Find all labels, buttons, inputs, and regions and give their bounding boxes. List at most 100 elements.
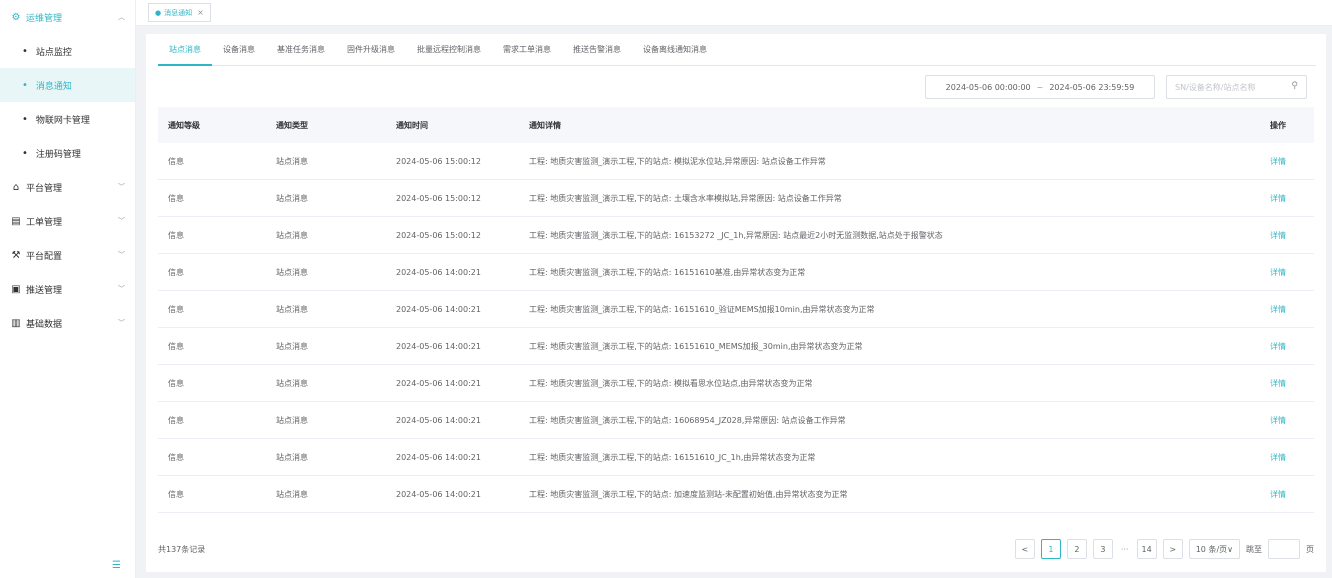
next-page-button[interactable]: > <box>1162 539 1183 559</box>
menu-group-label: 平台配置 <box>26 251 63 262</box>
sidebar-item-label: 注册码管理 <box>35 149 81 160</box>
cell-op: 详情 <box>1229 156 1314 167</box>
cell-level: 信息 <box>168 378 184 388</box>
tab-batch-remote-messages[interactable]: 批量远程控制消息 <box>406 34 492 66</box>
push-icon: ▣ <box>11 283 21 295</box>
cell-time: 2024-05-06 14:00:21 <box>396 267 481 277</box>
close-icon[interactable]: × <box>197 8 204 17</box>
detail-link[interactable]: 详情 <box>1270 231 1286 240</box>
page-size-select[interactable]: 10 条/页∨ <box>1188 539 1240 559</box>
tabs: 站点消息 设备消息 基准任务消息 固件升级消息 批量远程控制消息 需求工单消息 … <box>158 34 1316 66</box>
detail-link[interactable]: 详情 <box>1270 379 1286 388</box>
page-3-button[interactable]: 3 <box>1092 539 1113 559</box>
notification-table: 通知等级 通知类型 通知时间 通知详情 操作 信息 站点消息 2024-05-06 … <box>158 107 1314 513</box>
detail-link[interactable]: 详情 <box>1270 268 1286 277</box>
tab-firmware-messages[interactable]: 固件升级消息 <box>336 34 406 66</box>
tag-notifications[interactable]: ● 消息通知 × <box>148 3 211 22</box>
cell-type: 站点消息 <box>276 267 308 277</box>
main-panel: 站点消息 设备消息 基准任务消息 固件升级消息 批量远程控制消息 需求工单消息 … <box>146 34 1326 572</box>
platform-icon: ⌂ <box>12 181 20 193</box>
sidebar-item-reg-code[interactable]: • 注册码管理 <box>0 136 135 170</box>
detail-link[interactable]: 详情 <box>1270 305 1286 314</box>
prev-page-button[interactable]: < <box>1014 539 1035 559</box>
table-row: 信息 站点消息 2024-05-06 14:00:21 工程: 地质灾害监测_演示工程… <box>158 254 1314 291</box>
page-1-button[interactable]: 1 <box>1040 539 1061 559</box>
cell-level: 信息 <box>168 452 184 462</box>
cell-time: 2024-05-06 15:00:12 <box>396 230 481 240</box>
cell-time: 2024-05-06 14:00:21 <box>396 489 481 499</box>
tab-demand-workorder-messages[interactable]: 需求工单消息 <box>492 34 562 66</box>
tab-device-messages[interactable]: 设备消息 <box>212 34 266 66</box>
page-2-button[interactable]: 2 <box>1066 539 1087 559</box>
sidebar-item-iot-card[interactable]: • 物联网卡管理 <box>0 102 135 136</box>
detail-link[interactable]: 详情 <box>1270 453 1286 462</box>
date-separator: ~ <box>1036 82 1044 92</box>
tab-device-offline-messages[interactable]: 设备离线通知消息 <box>632 34 718 66</box>
cell-detail: 工程: 地质灾害监测_演示工程,下的站点: 16151610_MEMS加报_30… <box>529 341 863 351</box>
sidebar-item-label: 物联网卡管理 <box>35 115 90 126</box>
cell-time: 2024-05-06 14:00:21 <box>396 378 481 388</box>
total-count: 共137条记录 <box>158 545 206 554</box>
chevron-up-icon: ︿ <box>118 13 125 21</box>
detail-link[interactable]: 详情 <box>1270 342 1286 351</box>
menu-group-ops[interactable]: ⚙ 运维管理 ︿ <box>0 0 135 34</box>
menu-group-platform[interactable]: ⌂ 平台管理 ﹀ <box>0 170 135 204</box>
menu-group-push[interactable]: ▣ 推送管理 ﹀ <box>0 272 135 306</box>
search-icon[interactable]: ⚲ <box>1291 81 1298 91</box>
detail-link[interactable]: 详情 <box>1270 194 1286 203</box>
bullet-icon: • <box>22 113 28 125</box>
header-level: 通知等级 <box>168 120 200 130</box>
sidebar-item-site-monitor[interactable]: • 站点监控 <box>0 34 135 68</box>
table-header: 通知等级 通知类型 通知时间 通知详情 操作 <box>158 107 1314 143</box>
bullet-icon: • <box>22 147 28 159</box>
detail-link[interactable]: 详情 <box>1270 416 1286 425</box>
table-row: 信息 站点消息 2024-05-06 14:00:21 工程: 地质灾害监测_演示工程… <box>158 402 1314 439</box>
cell-time: 2024-05-06 14:00:21 <box>396 341 481 351</box>
date-end: 2024-05-06 23:59:59 <box>1049 82 1135 92</box>
cell-detail: 工程: 地质灾害监测_演示工程,下的站点: 土壤含水率模拟站,异常原因: 站点设… <box>529 193 842 203</box>
tab-site-messages[interactable]: 站点消息 <box>158 34 212 66</box>
tab-push-alarm-messages[interactable]: 推送告警消息 <box>562 34 632 66</box>
search-input[interactable] <box>1167 76 1285 98</box>
last-page-button[interactable]: 14 <box>1136 539 1157 559</box>
cell-detail: 工程: 地质灾害监测_演示工程,下的站点: 16151610_验证MEMS加报1… <box>529 304 875 314</box>
cell-detail: 工程: 地质灾害监测_演示工程,下的站点: 16068954_JZ028,异常原… <box>529 415 846 425</box>
detail-link[interactable]: 详情 <box>1270 157 1286 166</box>
menu-group-workorder[interactable]: ▤ 工单管理 ﹀ <box>0 204 135 238</box>
header-time: 通知时间 <box>396 120 428 130</box>
active-dot-icon: ● <box>155 8 162 17</box>
cell-time: 2024-05-06 14:00:21 <box>396 415 481 425</box>
menu-group-label: 运维管理 <box>26 13 63 24</box>
cell-level: 信息 <box>168 341 184 351</box>
table-row: 信息 站点消息 2024-05-06 14:00:21 工程: 地质灾害监测_演示工程… <box>158 291 1314 328</box>
menu-group-config[interactable]: ⚒ 平台配置 ﹀ <box>0 238 135 272</box>
sidebar-item-notifications[interactable]: • 消息通知 <box>0 68 135 102</box>
bullet-icon: • <box>22 45 28 57</box>
cell-detail: 工程: 地质灾害监测_演示工程,下的站点: 16151610基准,由异常状态变为… <box>529 267 806 277</box>
cell-type: 站点消息 <box>276 193 308 203</box>
cell-level: 信息 <box>168 193 184 203</box>
sidebar: ⚙ 运维管理 ︿ • 站点监控 • 消息通知 • 物联网卡管理 • 注册码管理 … <box>0 0 136 578</box>
ellipsis-icon[interactable]: ··· <box>1119 545 1131 554</box>
cell-op: 详情 <box>1229 341 1314 352</box>
collapse-icon[interactable]: ☰ <box>112 560 121 571</box>
cell-time: 2024-05-06 15:00:12 <box>396 193 481 203</box>
pagination: < 1 2 3 ··· 14 > 10 条/页∨ 跳至 页 <box>1014 539 1314 559</box>
cell-level: 信息 <box>168 304 184 314</box>
sidebar-item-label: 站点监控 <box>35 47 72 58</box>
tab-baseline-task-messages[interactable]: 基准任务消息 <box>266 34 336 66</box>
date-range-picker[interactable]: 2024-05-06 00:00:00 ~ 2024-05-06 23:59:5… <box>925 75 1155 99</box>
cell-type: 站点消息 <box>276 156 308 166</box>
cell-time: 2024-05-06 15:00:12 <box>396 156 481 166</box>
cell-op: 详情 <box>1229 415 1314 426</box>
cell-detail: 工程: 地质灾害监测_演示工程,下的站点: 模拟泥水位站,异常原因: 站点设备工… <box>529 156 826 166</box>
menu-group-basedata[interactable]: ▥ 基础数据 ﹀ <box>0 306 135 340</box>
menu-group-label: 推送管理 <box>26 285 63 296</box>
table-row: 信息 站点消息 2024-05-06 14:00:21 工程: 地质灾害监测_演示工程… <box>158 365 1314 402</box>
detail-link[interactable]: 详情 <box>1270 490 1286 499</box>
menu-group-label: 基础数据 <box>26 319 63 330</box>
chevron-down-icon: ﹀ <box>118 183 125 191</box>
jump-suffix: 页 <box>1306 544 1314 554</box>
jump-page-input[interactable] <box>1268 539 1300 559</box>
table-row: 信息 站点消息 2024-05-06 14:00:21 工程: 地质灾害监测_演示工程… <box>158 439 1314 476</box>
